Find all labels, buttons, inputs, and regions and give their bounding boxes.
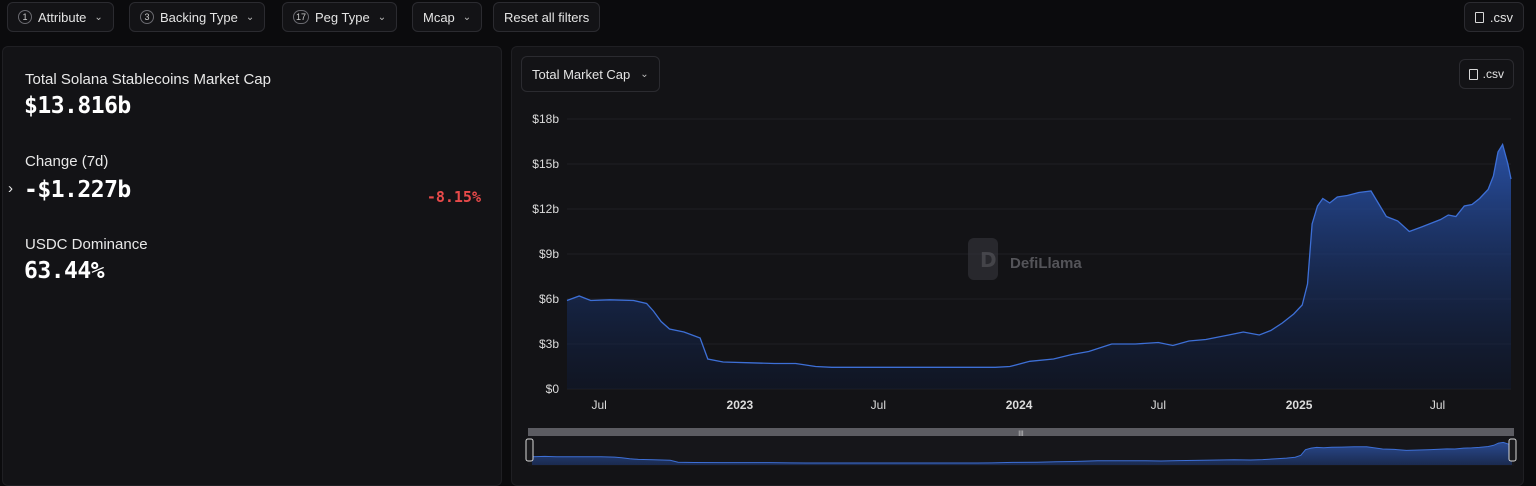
chart-csv-button[interactable]: .csv (1458, 59, 1514, 89)
change-percent: -8.15% (426, 188, 481, 206)
change-label: Change (7d) (25, 153, 109, 170)
attribute-filter-button[interactable]: 1 Attribute ⌄ (7, 2, 114, 32)
csv-download-label: .csv (1489, 9, 1513, 25)
csv-download-button[interactable]: .csv (1463, 2, 1524, 32)
chevron-down-icon: ⌄ (640, 68, 649, 80)
peg-type-filter-button[interactable]: 17 Peg Type ⌄ (282, 2, 398, 32)
range-slider[interactable]: ||| (525, 428, 1517, 466)
peg-type-count-badge: 17 (293, 10, 310, 24)
x-tick-label: 2024 (1006, 398, 1033, 412)
y-tick-label: $12b (532, 202, 559, 216)
x-axis: Jul 2023 Jul 2024 Jul 2025 Jul (591, 398, 1445, 412)
chevron-down-icon: ⌄ (462, 11, 472, 23)
y-tick-label: $3b (539, 337, 559, 351)
chevron-down-icon: ⌄ (377, 11, 387, 23)
stats-panel: Total Solana Stablecoins Market Cap $13.… (2, 46, 502, 486)
x-tick-label: Jul (591, 398, 606, 412)
file-download-icon (1474, 11, 1484, 23)
dominance-label: USDC Dominance (25, 236, 148, 253)
attribute-filter-label: Attribute (38, 9, 87, 25)
slider-right-handle[interactable] (1508, 438, 1517, 462)
x-tick-label: 2025 (1286, 398, 1313, 412)
market-cap-label: Total Solana Stablecoins Market Cap (25, 71, 271, 88)
y-tick-label: $9b (539, 247, 559, 261)
expand-chevron-icon[interactable]: › (8, 180, 13, 197)
metric-select-label: Total Market Cap (532, 66, 631, 82)
chart-csv-label: .csv (1482, 67, 1504, 81)
reset-filters-button[interactable]: Reset all filters (493, 2, 601, 32)
y-tick-label: $18b (532, 112, 559, 126)
change-value: -$1.227b (24, 177, 131, 203)
defillama-watermark: D DefiLlama (968, 238, 1082, 280)
peg-type-filter-label: Peg Type (315, 9, 370, 25)
market-cap-value: $13.816b (24, 93, 131, 119)
chevron-down-icon: ⌄ (245, 11, 255, 23)
svg-text:D: D (980, 248, 997, 272)
dominance-value: 63.44% (24, 258, 105, 284)
x-tick-label: Jul (871, 398, 886, 412)
x-tick-label: Jul (1430, 398, 1445, 412)
watermark-text: DefiLlama (1010, 255, 1082, 272)
backing-type-filter-label: Backing Type (160, 9, 238, 25)
y-tick-label: $6b (539, 292, 559, 306)
y-tick-label: $15b (532, 157, 559, 171)
file-download-icon (1468, 68, 1478, 80)
chart-panel: D DefiLlama $0 $3b $6b $9b $12b $15b $18b Jul 2… (511, 46, 1524, 486)
y-axis: $0 $3b $6b $9b $12b $15b $18b (532, 112, 559, 396)
y-tick-label: $0 (546, 382, 560, 396)
chevron-down-icon: ⌄ (94, 11, 103, 23)
attribute-count-badge: 1 (18, 10, 32, 24)
reset-filters-label: Reset all filters (504, 9, 590, 25)
slider-left-handle[interactable] (525, 438, 534, 462)
metric-select-dropdown[interactable]: Total Market Cap ⌄ (521, 56, 660, 92)
backing-type-filter-button[interactable]: 3 Backing Type ⌄ (129, 2, 266, 32)
market-cap-chart[interactable]: D DefiLlama $0 $3b $6b $9b $12b $15b $18b Jul 2… (512, 47, 1525, 484)
filter-bar: 1 Attribute ⌄ 3 Backing Type ⌄ 17 Peg Ty… (0, 0, 1536, 36)
backing-type-count-badge: 3 (140, 10, 154, 24)
mcap-filter-button[interactable]: Mcap ⌄ (412, 2, 483, 32)
mcap-filter-label: Mcap (423, 9, 455, 25)
x-tick-label: Jul (1151, 398, 1166, 412)
x-tick-label: 2023 (727, 398, 754, 412)
